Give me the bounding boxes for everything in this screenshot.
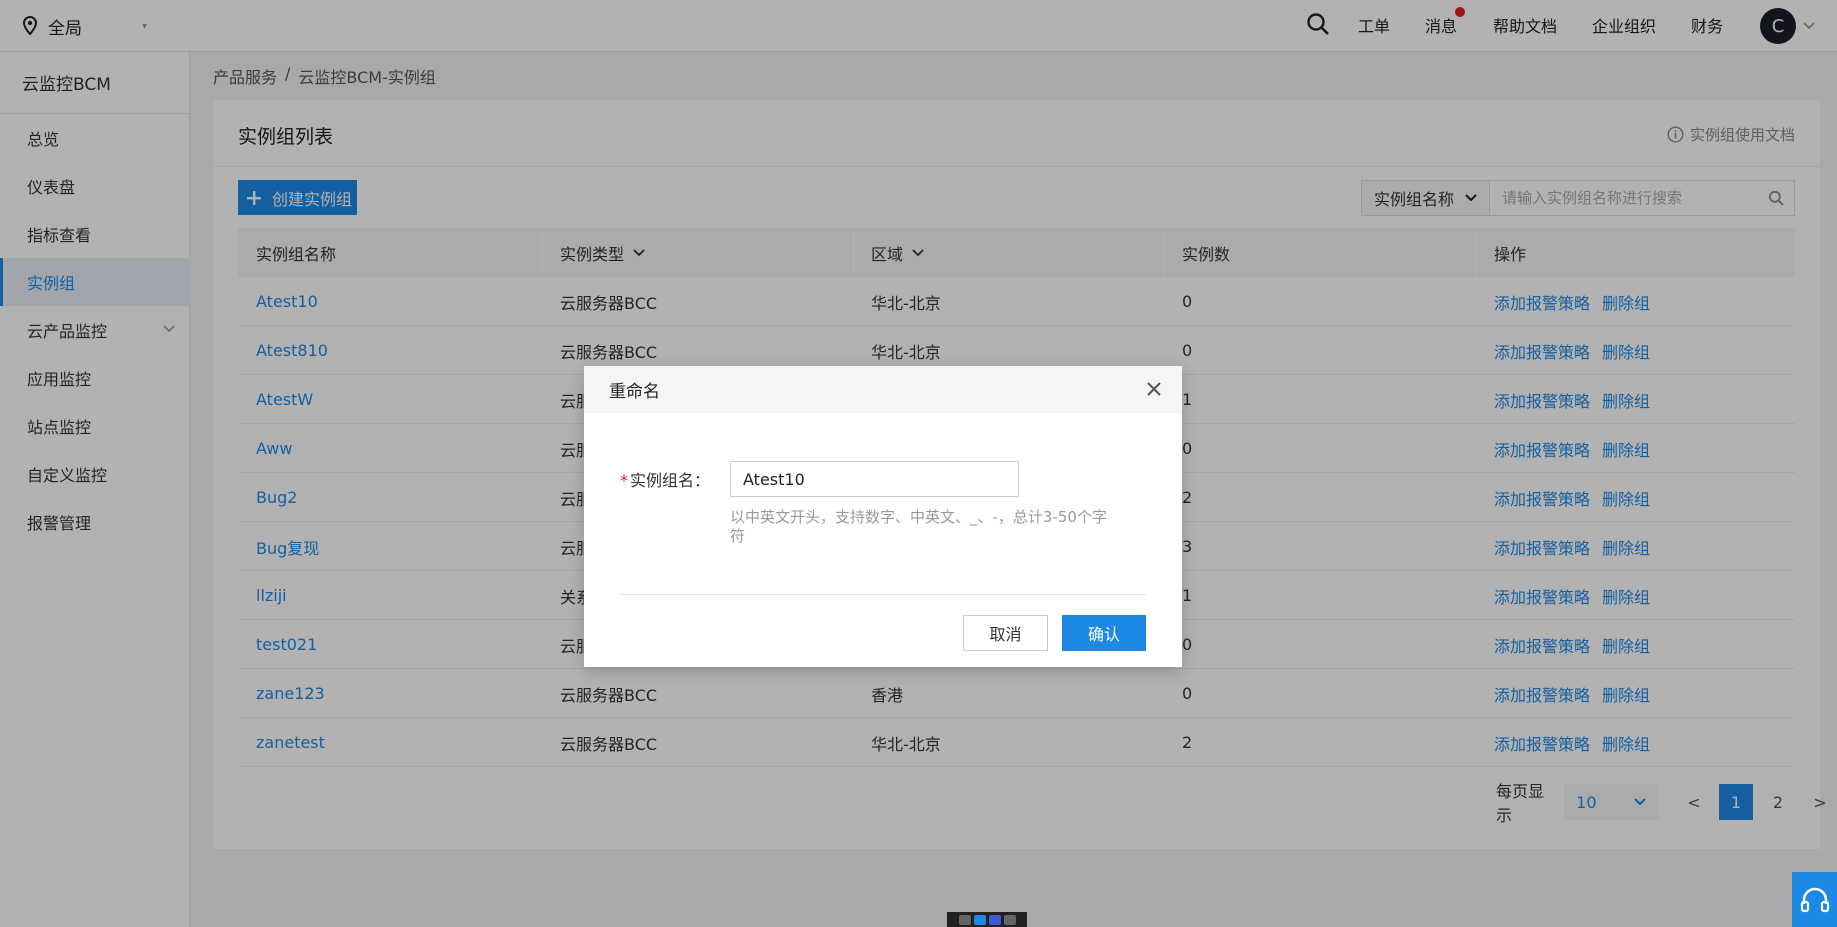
close-icon[interactable] <box>1144 379 1164 399</box>
help-icon <box>988 914 1001 925</box>
divider <box>620 594 1146 595</box>
group-name-input[interactable] <box>730 461 1019 497</box>
cancel-button[interactable]: 取消 <box>963 615 1048 651</box>
group-name-label: * 实例组名： <box>620 467 730 491</box>
dialog-title: 重命名 <box>609 382 660 402</box>
menu-icon <box>1003 914 1016 925</box>
group-name-hint: 以中英文开头，支持数字、中英文、_、-，总计3-50个字符 <box>730 508 1107 545</box>
customer-support-button[interactable] <box>1792 872 1837 927</box>
form-row-group-name: * 实例组名： <box>620 461 1019 497</box>
ime-logo-icon <box>973 914 986 925</box>
group-name-label-text: 实例组名： <box>630 471 711 490</box>
headset-icon <box>1800 887 1829 912</box>
rename-dialog: 重命名 *实例组名： 以中英文开头，支持数字、中英文、_、-，总计3-50个字符… <box>584 366 1182 667</box>
dialog-header: 重命名 <box>584 366 1182 413</box>
ime-toolbar[interactable] <box>947 912 1027 927</box>
required-mark: * <box>620 471 628 490</box>
keyboard-icon <box>958 914 971 925</box>
confirm-button[interactable]: 确认 <box>1062 615 1146 651</box>
